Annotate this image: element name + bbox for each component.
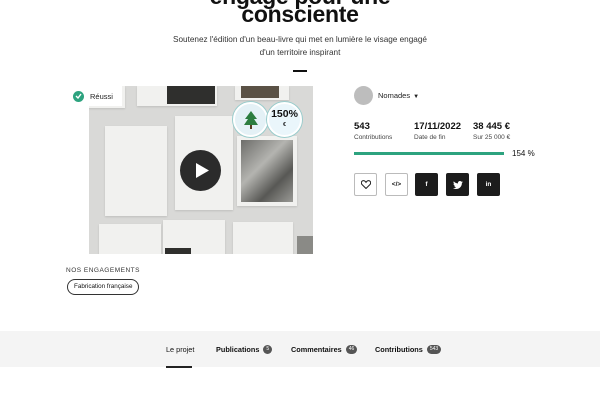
avatar[interactable] bbox=[354, 86, 373, 105]
tab-label: Publications bbox=[216, 345, 260, 354]
status-badge: Réussi bbox=[66, 86, 122, 106]
stat-end-date-label: Date de fin bbox=[414, 134, 446, 141]
share-facebook-button[interactable]: f bbox=[415, 173, 438, 196]
stat-contributions-value: 543 bbox=[354, 121, 370, 132]
embed-button[interactable]: </> bbox=[385, 173, 408, 196]
engagement-tag[interactable]: Fabrication française bbox=[67, 279, 140, 295]
funding-badge-symbol: € bbox=[283, 121, 286, 128]
tab-project[interactable]: Le projet bbox=[166, 345, 194, 354]
funding-badge: 150% € bbox=[267, 102, 302, 137]
stat-end-date: 17/11/2022 Date de fin bbox=[414, 121, 461, 141]
chevron-down-icon: ▼ bbox=[413, 94, 420, 100]
book-page bbox=[233, 222, 293, 254]
stat-contributions-label: Contributions bbox=[354, 134, 393, 141]
stat-amount-label: Sur 25 000 € bbox=[473, 134, 511, 141]
owner-dropdown[interactable]: Nomades ▼ bbox=[378, 91, 419, 100]
tree-badge-icon bbox=[233, 102, 268, 137]
tab-count-badge: 46 bbox=[345, 345, 358, 354]
progress-bar bbox=[354, 152, 504, 155]
funding-badge-percent: 150% bbox=[271, 107, 298, 120]
check-icon bbox=[73, 90, 84, 102]
page-subtitle: Soutenez l'édition d'un beau-livre qui m… bbox=[173, 35, 427, 57]
tab-count-badge: 543 bbox=[426, 345, 442, 354]
embed-icon: </> bbox=[391, 181, 402, 188]
heart-icon bbox=[360, 180, 371, 189]
progress-fill bbox=[354, 152, 504, 155]
twitter-icon bbox=[452, 180, 463, 189]
book-photo-portrait bbox=[241, 140, 293, 202]
book-page bbox=[105, 126, 167, 216]
share-twitter-button[interactable] bbox=[446, 173, 469, 196]
title-divider bbox=[293, 70, 307, 72]
stat-end-date-value: 17/11/2022 bbox=[414, 121, 462, 132]
book-page bbox=[99, 224, 161, 254]
stat-amount: 38 445 € Sur 25 000 € bbox=[473, 121, 510, 141]
linkedin-icon: in bbox=[485, 181, 492, 188]
project-media[interactable]: 150% € bbox=[89, 86, 313, 254]
tab-count-badge: 5 bbox=[263, 345, 273, 354]
stat-amount-value: 38 445 € bbox=[473, 121, 510, 132]
play-icon bbox=[195, 163, 209, 178]
page-title: consciente bbox=[241, 1, 359, 27]
stat-contributions: 543 Contributions bbox=[354, 121, 392, 141]
share-linkedin-button[interactable]: in bbox=[477, 173, 500, 196]
book-photo bbox=[241, 86, 279, 98]
book-photo bbox=[167, 86, 215, 104]
facebook-icon: f bbox=[425, 181, 428, 188]
owner-name: Nomades bbox=[378, 91, 411, 100]
active-tab-indicator bbox=[166, 366, 192, 368]
tab-label: Commentaires bbox=[291, 345, 342, 354]
engagements-heading: NOS ENGAGEMENTS bbox=[66, 267, 140, 274]
progress-percent: 154 % bbox=[512, 149, 535, 158]
status-label: Réussi bbox=[90, 91, 113, 101]
tab-publications[interactable]: Publications 5 bbox=[216, 345, 273, 354]
book-photo bbox=[297, 236, 313, 254]
book-photo bbox=[165, 248, 191, 254]
tab-comments[interactable]: Commentaires 46 bbox=[291, 345, 358, 354]
tab-label: Le projet bbox=[166, 345, 195, 354]
favorite-button[interactable] bbox=[354, 173, 377, 196]
tab-contributions[interactable]: Contributions 543 bbox=[375, 345, 442, 354]
tab-label: Contributions bbox=[375, 345, 423, 354]
play-button[interactable] bbox=[180, 150, 221, 191]
